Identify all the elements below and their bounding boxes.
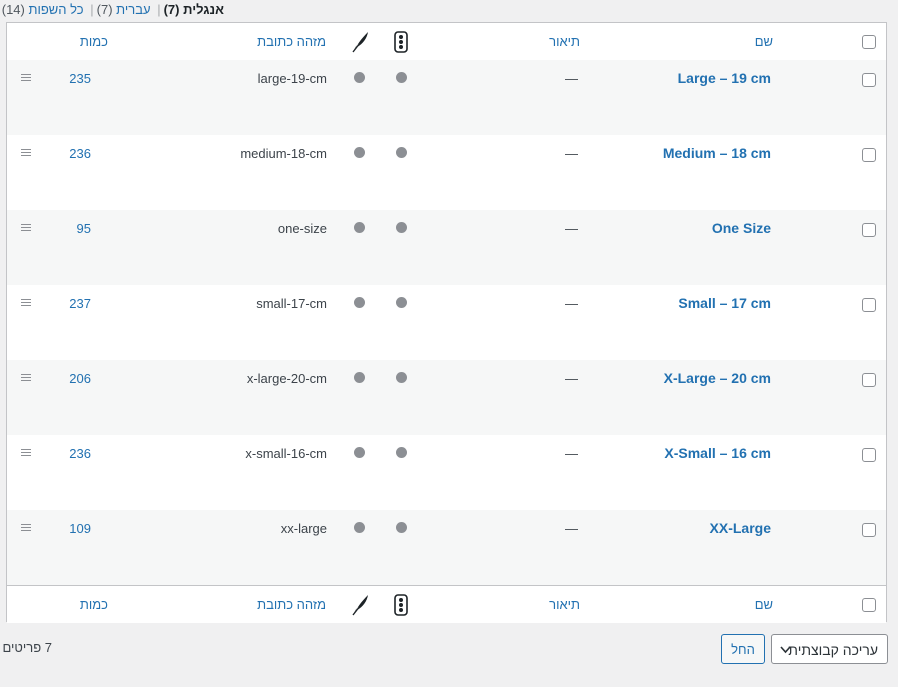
translation-dot[interactable] — [354, 147, 365, 158]
status-dot[interactable] — [396, 372, 407, 383]
term-name-link[interactable]: Small – 17 cm — [678, 295, 771, 311]
term-slug: one-size — [277, 221, 327, 236]
row-checkbox[interactable] — [862, 298, 876, 312]
footer-slug-column[interactable]: מזהה כתובת — [257, 597, 326, 612]
bulk-actions-select[interactable]: עריכה קבוצתית — [771, 634, 888, 664]
bulk-actions-value: עריכה קבוצתית — [788, 642, 878, 658]
header-row: שם תיאור מזהה כתובת כמות — [7, 23, 886, 61]
row-checkbox[interactable] — [862, 73, 876, 87]
term-name-link[interactable]: XX-Large — [710, 520, 771, 536]
lang-all-count: (14) — [1, 2, 25, 17]
header-description-column[interactable]: תיאור — [549, 34, 580, 49]
term-count-link[interactable]: 237 — [69, 296, 91, 311]
table-row: X-Small – 16 cm — x-small-16-cm 236 — [7, 435, 886, 510]
term-slug: small-17-cm — [256, 296, 327, 311]
translation-dot[interactable] — [354, 222, 365, 233]
traffic-light-icon — [394, 31, 408, 56]
drag-handle-icon[interactable] — [21, 374, 31, 381]
term-description: — — [565, 71, 578, 86]
term-slug: xx-large — [280, 521, 327, 536]
footer-row: שם תיאור מזהה כתובת כמות — [7, 585, 886, 623]
status-dot[interactable] — [396, 147, 407, 158]
header-select-all-checkbox[interactable] — [862, 35, 876, 49]
translation-dot[interactable] — [354, 447, 365, 458]
feather-icon — [351, 594, 369, 619]
term-description: — — [565, 146, 578, 161]
term-count-link[interactable]: 236 — [69, 446, 91, 461]
terms-table: שם תיאור מזהה כתובת כמות Large – 19 cm —… — [6, 22, 887, 623]
table-row: X-Large – 20 cm — x-large-20-cm 206 — [7, 360, 886, 435]
lang-hebrew-link[interactable]: עברית — [116, 2, 150, 17]
row-checkbox[interactable] — [862, 148, 876, 162]
drag-handle-icon[interactable] — [21, 299, 31, 306]
status-dot[interactable] — [396, 222, 407, 233]
status-dot[interactable] — [396, 72, 407, 83]
lang-hebrew-count: (7) — [96, 2, 113, 17]
drag-handle-icon[interactable] — [21, 224, 31, 231]
term-count-link[interactable]: 206 — [69, 371, 91, 386]
lang-current: אנגלית (7) — [163, 2, 224, 17]
translation-dot[interactable] — [354, 72, 365, 83]
footer-name-column[interactable]: שם — [755, 597, 773, 612]
term-name-link[interactable]: Large – 19 cm — [678, 70, 771, 86]
table-row: Small – 17 cm — small-17-cm 237 — [7, 285, 886, 360]
term-count-link[interactable]: 109 — [69, 521, 91, 536]
status-dot[interactable] — [396, 447, 407, 458]
items-count: 7 פריטים — [2, 640, 52, 655]
status-dot[interactable] — [396, 522, 407, 533]
footer-quantity-column[interactable]: כמות — [80, 597, 108, 612]
footer-select-all-checkbox[interactable] — [862, 598, 876, 612]
drag-handle-icon[interactable] — [21, 149, 31, 156]
table-row: Large – 19 cm — large-19-cm 235 — [7, 60, 886, 135]
term-description: — — [565, 371, 578, 386]
row-checkbox[interactable] — [862, 523, 876, 537]
row-checkbox[interactable] — [862, 448, 876, 462]
drag-handle-icon[interactable] — [21, 524, 31, 531]
footer-description-column[interactable]: תיאור — [549, 597, 580, 612]
term-description: — — [565, 446, 578, 461]
row-checkbox[interactable] — [862, 223, 876, 237]
header-name-column[interactable]: שם — [755, 34, 773, 49]
term-description: — — [565, 221, 578, 236]
term-description: — — [565, 296, 578, 311]
translation-dot[interactable] — [354, 372, 365, 383]
drag-handle-icon[interactable] — [21, 74, 31, 81]
lang-all-link[interactable]: כל השפות — [29, 2, 84, 17]
feather-icon — [351, 31, 369, 56]
drag-handle-icon[interactable] — [21, 449, 31, 456]
term-description: — — [565, 521, 578, 536]
table-row: XX-Large — xx-large 109 — [7, 510, 886, 585]
term-count-link[interactable]: 95 — [77, 221, 91, 236]
term-name-link[interactable]: One Size — [712, 220, 771, 236]
translation-dot[interactable] — [354, 522, 365, 533]
status-dot[interactable] — [396, 297, 407, 308]
term-count-link[interactable]: 235 — [69, 71, 91, 86]
table-row: One Size — one-size 95 — [7, 210, 886, 285]
term-name-link[interactable]: X-Large – 20 cm — [664, 370, 771, 386]
traffic-light-icon — [394, 594, 408, 619]
header-quantity-column[interactable]: כמות — [80, 34, 108, 49]
header-slug-column[interactable]: מזהה כתובת — [257, 34, 326, 49]
translation-dot[interactable] — [354, 297, 365, 308]
apply-button[interactable]: החל — [721, 634, 765, 664]
language-filter: אנגלית (7)| עברית (7)| כל השפות (14) — [1, 2, 224, 17]
term-slug: large-19-cm — [257, 71, 327, 86]
term-slug: medium-18-cm — [240, 146, 327, 161]
term-name-link[interactable]: Medium – 18 cm — [663, 145, 771, 161]
term-name-link[interactable]: X-Small – 16 cm — [664, 445, 771, 461]
row-checkbox[interactable] — [862, 373, 876, 387]
term-count-link[interactable]: 236 — [69, 146, 91, 161]
term-slug: x-small-16-cm — [245, 446, 327, 461]
term-slug: x-large-20-cm — [246, 371, 327, 386]
table-row: Medium – 18 cm — medium-18-cm 236 — [7, 135, 886, 210]
